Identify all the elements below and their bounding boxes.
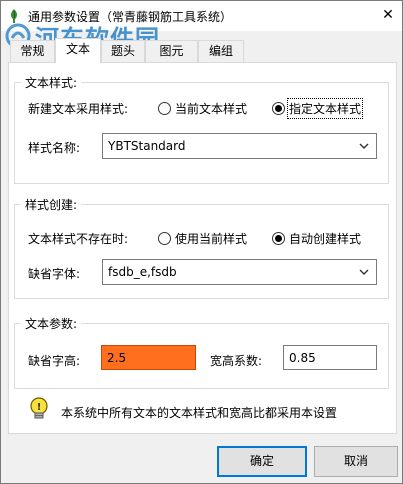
cancel-button[interactable]: 取消 [314,446,398,477]
radio-use-current-style-dot [158,232,171,245]
radio-specified-text-style-dot [272,102,285,115]
text-params-group: 文本参数: 缺省字高: 宽高系数: [14,315,389,389]
style-name-value: YBTStandard [108,139,186,153]
default-height-input[interactable] [102,346,195,369]
radio-current-text-style-dot [158,102,171,115]
default-font-combo[interactable]: fsdb_e,fsdb [102,259,377,285]
tab-primitive[interactable]: 图元 [145,40,198,62]
chevron-down-icon [359,269,369,275]
radio-specified-text-style[interactable]: 指定文本样式 [272,98,364,119]
text-style-group: 文本样式: 新建文本采用样式: 当前文本样式 指定文本样式 样式名称: YBTS… [14,74,389,184]
dialog-window: 通用参数设置（常青藤钢筋工具系统） ✕ 河东软件园 www.pc0359.cn … [0,0,403,484]
radio-current-text-style[interactable]: 当前文本样式 [158,100,247,117]
width-ratio-field-box [283,345,377,370]
radio-specified-text-style-label: 指定文本样式 [286,98,364,119]
default-height-label: 缺省字高: [28,354,81,368]
tab-header[interactable]: 题头 [101,40,145,62]
radio-auto-create-style-label: 自动创建样式 [289,232,362,246]
default-font-label: 缺省字体: [28,267,81,281]
new-text-style-label: 新建文本采用样式: [28,102,129,116]
radio-current-text-style-label: 当前文本样式 [175,102,248,116]
chevron-down-icon [359,143,369,149]
radio-auto-create-style[interactable]: 自动创建样式 [272,230,361,247]
tab-general[interactable]: 常规 [10,40,55,62]
lightbulb-icon: ! [30,397,48,419]
radio-auto-create-style-dot [272,232,285,245]
svg-text:!: ! [37,402,42,413]
hint-text: 本系统中所有文本的文本样式和宽高比都采用本设置 [61,406,338,420]
style-create-group-title: 样式创建: [21,196,82,213]
width-ratio-input[interactable] [284,346,376,369]
radio-use-current-style[interactable]: 使用当前样式 [158,230,247,247]
default-height-field-box [101,345,196,370]
tab-strip: 常规 文本 题头 图元 编组 [1,38,402,63]
width-ratio-label: 宽高系数: [210,354,263,368]
tab-text[interactable]: 文本 [55,38,101,63]
close-icon: ✕ [382,7,394,23]
window-title: 通用参数设置（常青藤钢筋工具系统） [28,10,233,24]
style-create-group: 样式创建: 文本样式不存在时: 使用当前样式 自动创建样式 缺省字体: fsdb… [14,196,389,299]
default-font-value: fsdb_e,fsdb [108,265,177,279]
style-name-combo[interactable]: YBTStandard [102,133,377,159]
close-button[interactable]: ✕ [374,1,402,29]
missing-style-label: 文本样式不存在时: [28,232,129,246]
text-style-group-title: 文本样式: [21,74,82,91]
app-logo-icon [10,9,18,23]
tab-group[interactable]: 编组 [198,40,244,62]
radio-use-current-style-label: 使用当前样式 [175,232,248,246]
text-params-group-title: 文本参数: [21,315,82,332]
style-name-label: 样式名称: [28,141,81,155]
title-bar: 通用参数设置（常青藤钢筋工具系统） ✕ [1,1,402,31]
ok-button[interactable]: 确定 [217,446,307,477]
